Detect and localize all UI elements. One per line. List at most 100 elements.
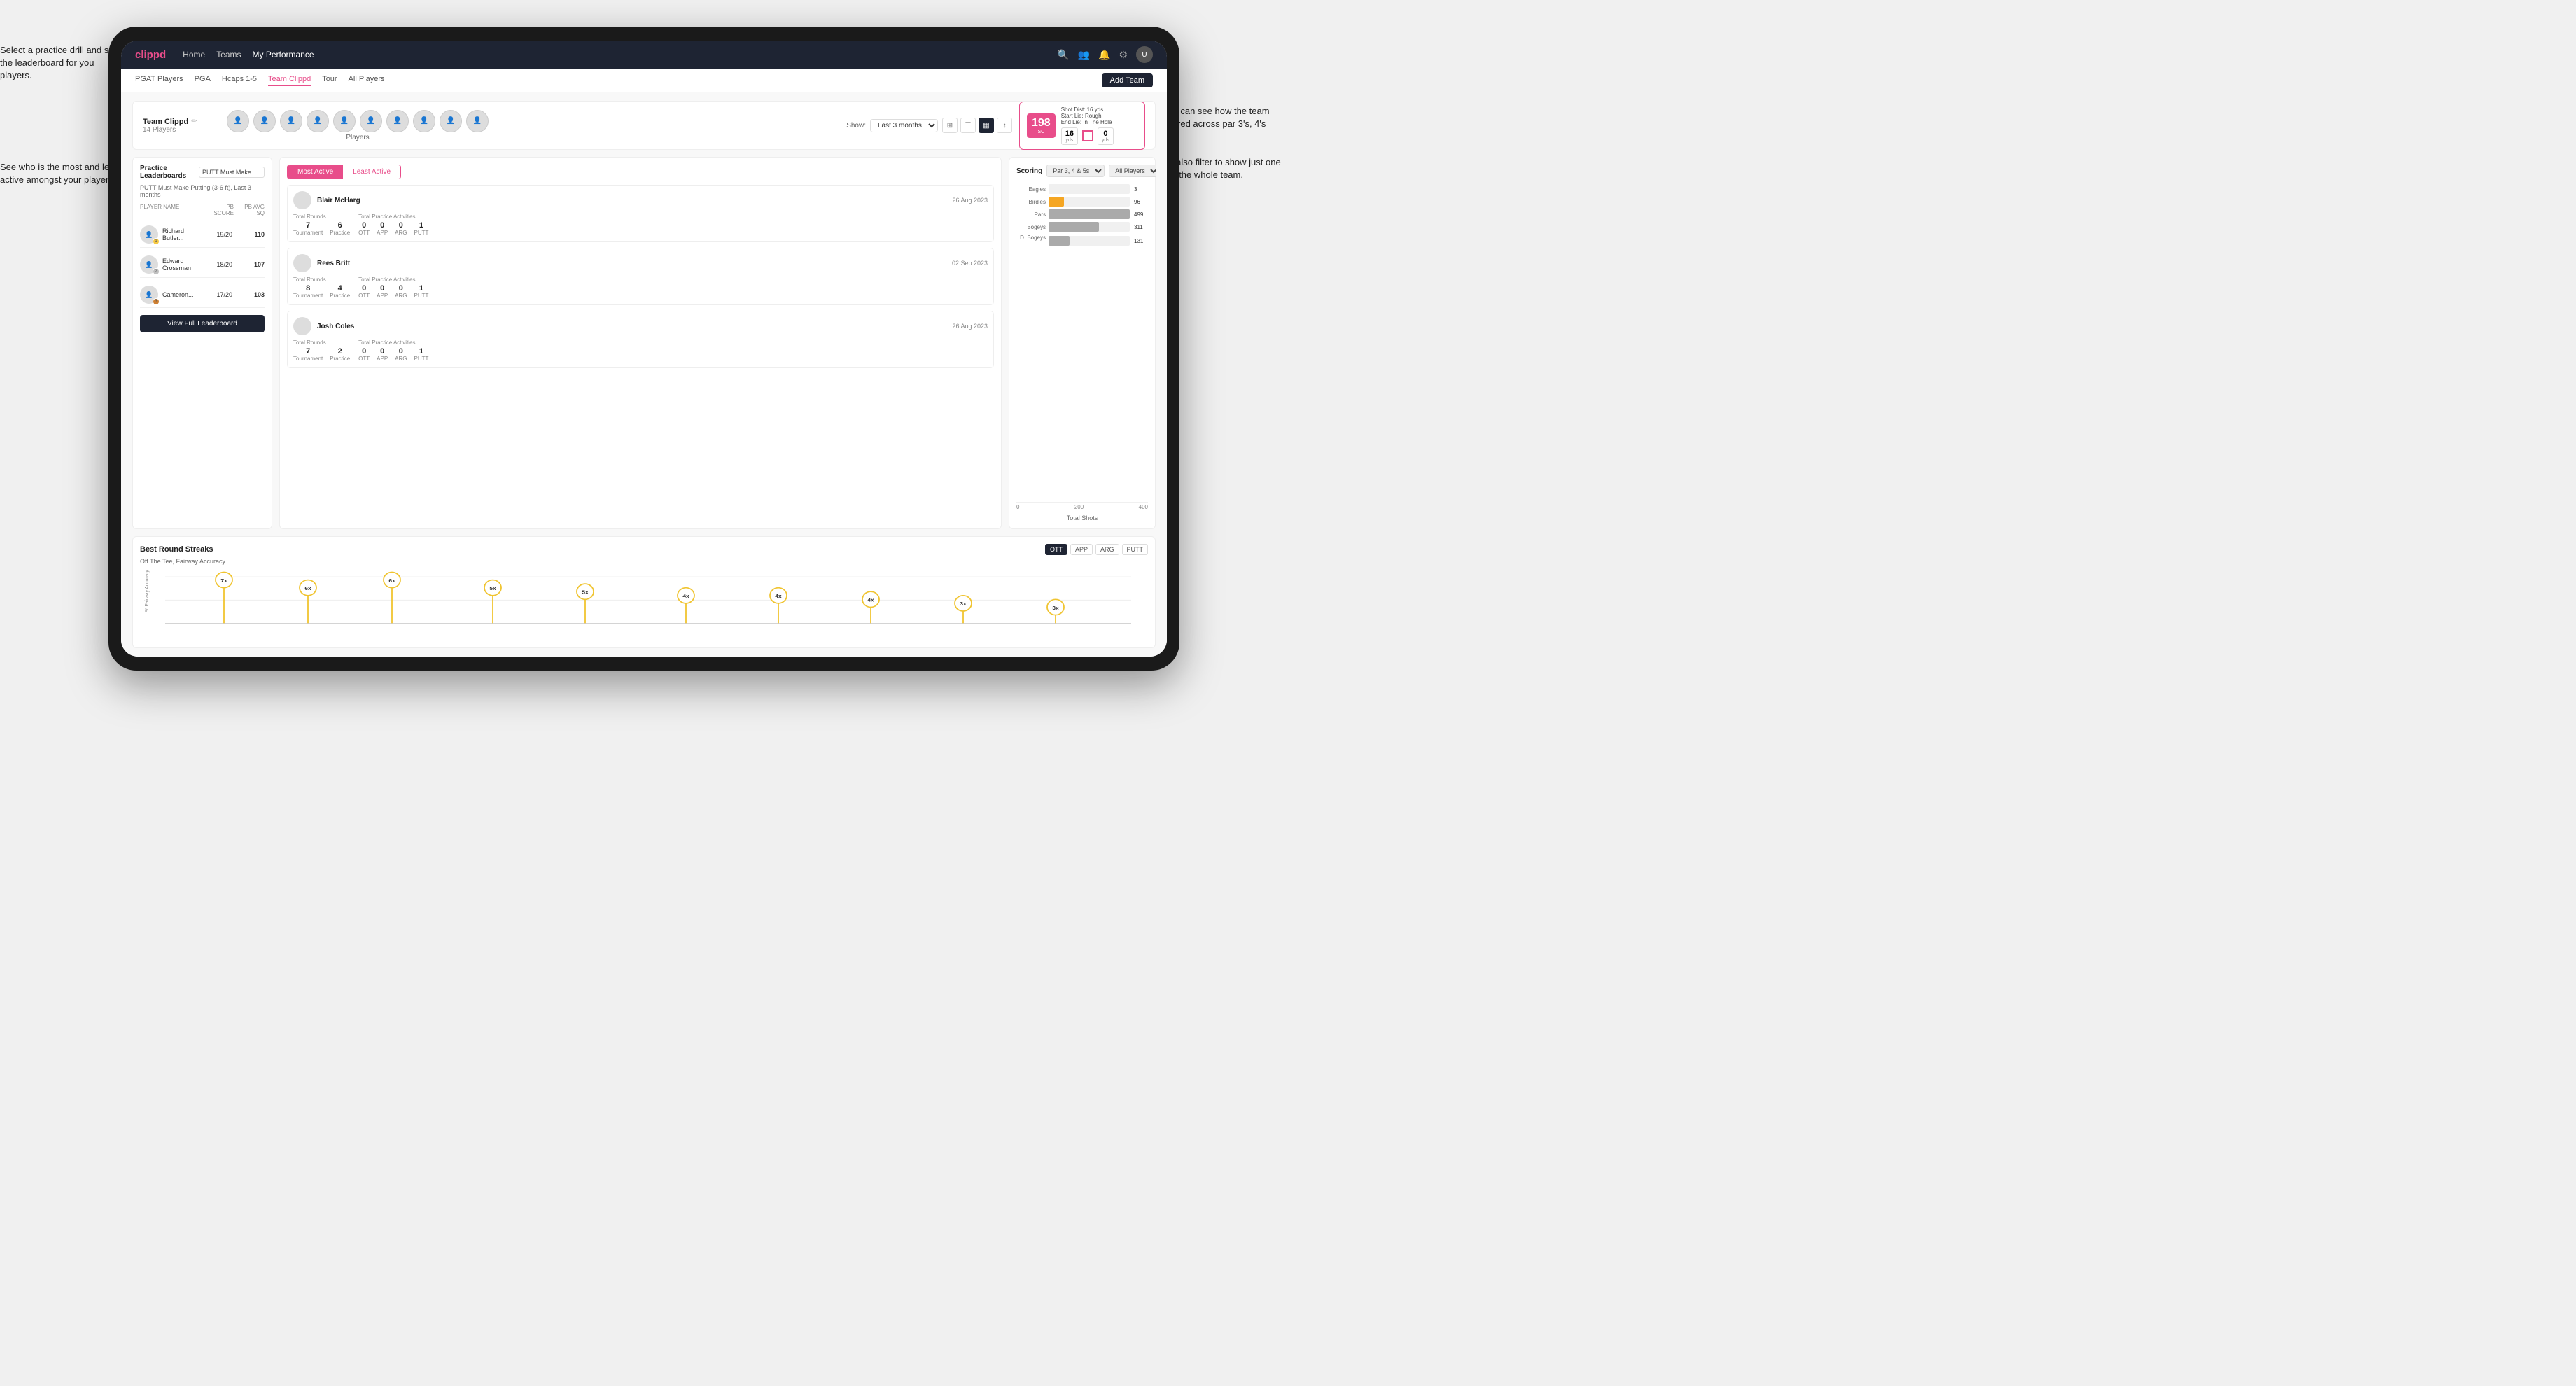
lb-badge-bronze: 3 [153, 298, 160, 305]
subnav-pgat[interactable]: PGAT Players [135, 75, 183, 86]
bar-row-birdies: Birdies 96 [1016, 197, 1148, 206]
subnav-team-clippd[interactable]: Team Clippd [268, 75, 311, 86]
bar-value-eagles: 3 [1134, 186, 1148, 192]
tab-app[interactable]: APP [1070, 544, 1093, 555]
search-icon[interactable]: 🔍 [1057, 49, 1069, 61]
view-sort-icon[interactable]: ↕ [997, 118, 1012, 133]
bar-fill-bogeys [1049, 222, 1099, 232]
total-rounds-group: Total Rounds 7 Tournament 6 Practice [293, 214, 350, 236]
bar-row-dbogeys: D. Bogeys + 131 [1016, 234, 1148, 247]
player-avatar-2[interactable]: 👤 [253, 110, 276, 132]
pac-stats-rees: Total Rounds 8 Tournament 4 Practice [293, 276, 988, 299]
people-icon[interactable]: 👥 [1078, 49, 1090, 61]
leaderboard-row-1[interactable]: 👤 1 Richard Butler... 19/20 110 [140, 222, 265, 248]
total-shots-label: Total Shots [1016, 514, 1148, 522]
bar-label-birdies: Birdies [1016, 199, 1046, 205]
bar-value-bogeys: 311 [1134, 224, 1148, 230]
svg-text:4x: 4x [775, 593, 782, 599]
pac-date-rees: 02 Sep 2023 [952, 260, 988, 267]
most-active-tab[interactable]: Most Active [288, 165, 343, 178]
nav-teams[interactable]: Teams [216, 50, 241, 59]
pac-header-rees: Rees Britt 02 Sep 2023 [293, 254, 988, 272]
total-rounds-label: Total Rounds [293, 214, 350, 220]
players-strip-container: 👤 👤 👤 👤 👤 👤 👤 👤 👤 👤 Players [227, 110, 489, 141]
player-avatar-8[interactable]: 👤 [413, 110, 435, 132]
leaderboard-header: Practice Leaderboards PUTT Must Make Put… [140, 164, 265, 180]
annotation-bottom-left: See who is the most and least active amo… [0, 161, 126, 186]
scoring-par-filter[interactable]: Par 3, 4 & 5s Par 3s Par 4s Par 5s [1046, 164, 1105, 177]
subnav-all-players[interactable]: All Players [349, 75, 385, 86]
subnav: PGAT Players PGA Hcaps 1-5 Team Clippd T… [121, 69, 1167, 92]
streak-svg: % Fairway Accuracy 7x 6x 6x [140, 569, 1148, 639]
bar-label-dbogeys: D. Bogeys + [1016, 234, 1046, 247]
show-label: Show: [846, 122, 866, 130]
lb-badge-gold: 1 [153, 238, 160, 245]
user-avatar[interactable]: U [1136, 46, 1153, 63]
player-card-josh: Josh Coles 26 Aug 2023 Total Rounds 7Tou… [287, 311, 994, 368]
show-controls: Show: Last 3 months Last 6 months Last y… [846, 118, 1012, 133]
tablet-screen: clippd Home Teams My Performance 🔍 👥 🔔 ⚙… [121, 41, 1167, 657]
streak-chart: % Fairway Accuracy 7x 6x 6x [140, 569, 1148, 639]
player-avatar-10[interactable]: 👤 [466, 110, 489, 132]
pac-name-josh: Josh Coles [317, 323, 946, 330]
view-grid-icon[interactable]: ⊞ [942, 118, 958, 133]
scoring-title: Scoring [1016, 167, 1042, 175]
annotation-top-left: Select a practice drill and see the lead… [0, 44, 126, 83]
settings-icon[interactable]: ⚙ [1119, 49, 1128, 61]
player-avatar-9[interactable]: 👤 [440, 110, 462, 132]
leaderboard-row-3[interactable]: 👤 3 Cameron... 17/20 103 [140, 282, 265, 308]
leaderboard-row-2[interactable]: 👤 2 Edward Crossman 18/20 107 [140, 252, 265, 278]
team-header: Team Clippd ✏ 14 Players 👤 👤 👤 👤 👤 👤 👤 [132, 101, 1156, 150]
nav-home[interactable]: Home [183, 50, 205, 59]
tab-arg[interactable]: ARG [1096, 544, 1119, 555]
lb-name-2: Edward Crossman [162, 258, 200, 272]
tab-ott[interactable]: OTT [1045, 544, 1068, 555]
scoring-player-filter[interactable]: All Players [1109, 164, 1156, 177]
pac-stats-blair: Total Rounds 7 Tournament 6 Practice [293, 214, 988, 236]
subnav-pga[interactable]: PGA [195, 75, 211, 86]
add-team-button[interactable]: Add Team [1102, 74, 1153, 88]
nav-my-performance[interactable]: My Performance [253, 50, 314, 59]
pac-name-blair: Blair McHarg [317, 197, 946, 204]
rounds-values: 7 Tournament 6 Practice [293, 221, 350, 236]
player-avatar-3[interactable]: 👤 [280, 110, 302, 132]
view-card-icon[interactable]: ▦ [979, 118, 994, 133]
player-avatar-6[interactable]: 👤 [360, 110, 382, 132]
bar-track-pars [1049, 209, 1130, 219]
pac-date-josh: 26 Aug 2023 [952, 323, 988, 330]
bell-icon[interactable]: 🔔 [1098, 49, 1110, 61]
practice-item: 6 Practice [330, 221, 350, 236]
svg-text:5x: 5x [582, 589, 589, 596]
bar-label-eagles: Eagles [1016, 186, 1046, 192]
player-avatar-5[interactable]: 👤 [333, 110, 356, 132]
view-full-leaderboard-button[interactable]: View Full Leaderboard [140, 315, 265, 332]
tab-putt[interactable]: PUTT [1122, 544, 1149, 555]
view-list-icon[interactable]: ☰ [960, 118, 976, 133]
team-count: 14 Players [143, 126, 227, 134]
total-rounds-group-rees: Total Rounds 8 Tournament 4 Practice [293, 276, 350, 299]
least-active-tab[interactable]: Least Active [343, 165, 400, 178]
shot-card: 198 SC Shot Dist: 16 yds Start Lie: Roug… [1019, 102, 1145, 150]
lb-avatar-2: 👤 2 [140, 255, 158, 274]
streaks-subtitle: Off The Tee, Fairway Accuracy [140, 558, 1148, 565]
player-avatar-7[interactable]: 👤 [386, 110, 409, 132]
bar-fill-birdies [1049, 197, 1064, 206]
player-avatar-4[interactable]: 👤 [307, 110, 329, 132]
player-avatar-1[interactable]: 👤 [227, 110, 249, 132]
shot-yds-right: 0 yds [1098, 127, 1114, 145]
edit-icon[interactable]: ✏ [191, 118, 197, 125]
activity-panel: Most Active Least Active Blair McHarg 26… [279, 157, 1002, 529]
leaderboard-dropdown[interactable]: PUTT Must Make Putting... [199, 167, 265, 178]
subnav-hcaps[interactable]: Hcaps 1-5 [222, 75, 257, 86]
team-name: Team Clippd [143, 118, 188, 126]
shot-details: Shot Dist: 16 yds Start Lie: Rough End L… [1061, 106, 1114, 145]
pac-header-blair: Blair McHarg 26 Aug 2023 [293, 191, 988, 209]
subnav-tour[interactable]: Tour [322, 75, 337, 86]
pac-avatar-blair [293, 191, 312, 209]
total-practice-group: Total Practice Activities 0 OTT 0 APP [358, 214, 428, 236]
lb-avatar-1: 👤 1 [140, 225, 158, 244]
leaderboard-subtitle: PUTT Must Make Putting (3-6 ft), Last 3 … [140, 184, 265, 198]
show-period-select[interactable]: Last 3 months Last 6 months Last year [870, 119, 938, 132]
three-col-layout: Practice Leaderboards PUTT Must Make Put… [132, 157, 1156, 529]
total-practice-label: Total Practice Activities [358, 214, 428, 220]
